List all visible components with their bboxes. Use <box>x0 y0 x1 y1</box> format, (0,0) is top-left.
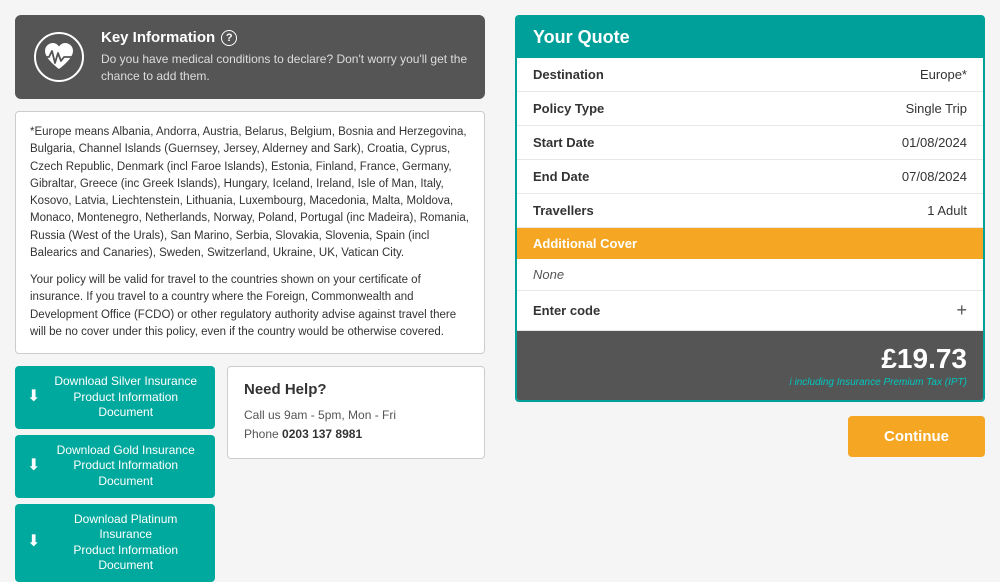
price-subtext-text: including Insurance Premium Tax (IPT) <box>795 377 967 388</box>
enter-code-row[interactable]: Enter code + <box>517 291 983 331</box>
download-silver-button[interactable]: ⬇ Download Silver InsuranceProduct Infor… <box>15 366 215 429</box>
price-row: £19.73 i including Insurance Premium Tax… <box>517 331 983 400</box>
quote-row-end-date: End Date 07/08/2024 <box>517 160 983 194</box>
info-icon[interactable]: ? <box>221 30 237 46</box>
download-platinum-icon: ⬇ <box>27 532 40 553</box>
start-date-value: 01/08/2024 <box>902 135 967 150</box>
quote-box: Your Quote Destination Europe* Policy Ty… <box>515 15 985 402</box>
key-info-description: Do you have medical conditions to declar… <box>101 51 469 85</box>
heart-monitor-icon <box>31 29 87 85</box>
need-help-title: Need Help? <box>244 381 468 398</box>
additional-cover-value: None <box>517 259 983 291</box>
phone-number[interactable]: 0203 137 8981 <box>282 427 362 441</box>
left-panel: Key Information ? Do you have medical co… <box>0 0 500 500</box>
need-help-line1: Call us 9am - 5pm, Mon - Fri <box>244 406 468 425</box>
quote-row-start-date: Start Date 01/08/2024 <box>517 126 983 160</box>
price-subtext-icon: i <box>790 377 792 388</box>
continue-button[interactable]: Continue <box>848 416 985 457</box>
need-help-phone: Phone 0203 137 8981 <box>244 425 468 444</box>
start-date-label: Start Date <box>533 135 594 150</box>
download-silver-icon: ⬇ <box>27 387 40 408</box>
enter-code-label: Enter code <box>533 303 600 318</box>
key-info-box: Key Information ? Do you have medical co… <box>15 15 485 99</box>
price-subtext: i including Insurance Premium Tax (IPT) <box>533 377 967 388</box>
download-gold-icon: ⬇ <box>27 456 40 477</box>
europe-note-paragraph2: Your policy will be valid for travel to … <box>30 272 470 341</box>
policy-type-label: Policy Type <box>533 101 604 116</box>
additional-cover-header: Additional Cover <box>517 228 983 259</box>
quote-row-policy-type: Policy Type Single Trip <box>517 92 983 126</box>
download-platinum-label: Download Platinum InsuranceProduct Infor… <box>48 512 203 574</box>
buttons-row: ⬇ Download Silver InsuranceProduct Infor… <box>15 366 485 582</box>
europe-note-paragraph1: *Europe means Albania, Andorra, Austria,… <box>30 124 470 262</box>
continue-row: Continue <box>515 416 985 457</box>
download-platinum-button[interactable]: ⬇ Download Platinum InsuranceProduct Inf… <box>15 504 215 582</box>
destination-label: Destination <box>533 67 604 82</box>
end-date-label: End Date <box>533 169 589 184</box>
download-silver-label: Download Silver InsuranceProduct Informa… <box>48 374 203 421</box>
need-help-box: Need Help? Call us 9am - 5pm, Mon - Fri … <box>227 366 485 459</box>
travellers-value: 1 Adult <box>927 203 967 218</box>
quote-row-destination: Destination Europe* <box>517 58 983 92</box>
key-info-text: Key Information ? Do you have medical co… <box>101 29 469 85</box>
europe-note-box: *Europe means Albania, Andorra, Austria,… <box>15 111 485 354</box>
policy-type-value: Single Trip <box>906 101 967 116</box>
destination-value: Europe* <box>920 67 967 82</box>
download-gold-button[interactable]: ⬇ Download Gold InsuranceProduct Informa… <box>15 435 215 498</box>
key-info-title: Key Information ? <box>101 29 469 46</box>
download-buttons: ⬇ Download Silver InsuranceProduct Infor… <box>15 366 215 582</box>
price-amount: £19.73 <box>533 343 967 375</box>
quote-row-travellers: Travellers 1 Adult <box>517 194 983 228</box>
right-panel: Your Quote Destination Europe* Policy Ty… <box>500 0 1000 500</box>
quote-header: Your Quote <box>517 17 983 58</box>
travellers-label: Travellers <box>533 203 594 218</box>
download-gold-label: Download Gold InsuranceProduct Informati… <box>48 443 203 490</box>
plus-icon[interactable]: + <box>956 300 967 321</box>
phone-label: Phone <box>244 427 279 441</box>
end-date-value: 07/08/2024 <box>902 169 967 184</box>
